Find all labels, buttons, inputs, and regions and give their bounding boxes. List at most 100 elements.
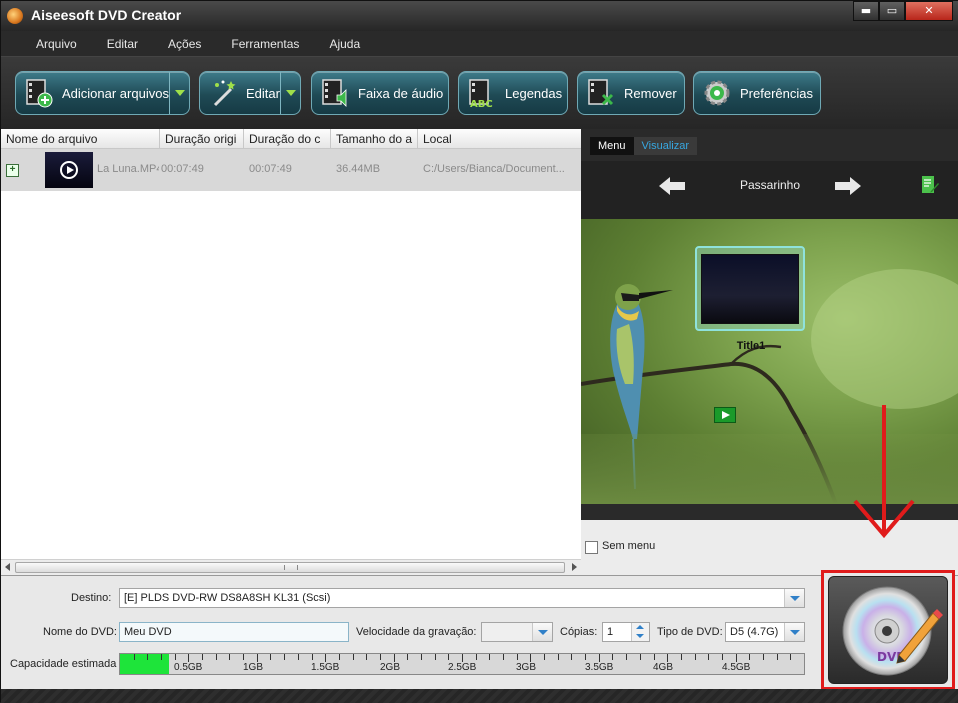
file-orig-duration: 00:07:49 <box>161 163 204 175</box>
capacity-tick <box>736 654 737 662</box>
add-files-button[interactable]: Adicionar arquivos <box>15 71 190 115</box>
speed-select[interactable] <box>481 622 553 642</box>
scroll-left-icon[interactable] <box>5 563 10 571</box>
capacity-tick <box>380 654 381 660</box>
burn-button[interactable]: DVD <box>828 576 948 684</box>
capacity-tick <box>339 654 340 660</box>
subtitles-button[interactable]: ABC Legendas <box>458 71 568 115</box>
spin-up-icon[interactable] <box>636 625 644 629</box>
capacity-tick-label: 3.5GB <box>585 662 614 673</box>
capacity-tick <box>270 654 271 660</box>
destino-select[interactable]: [E] PLDS DVD-RW DS8A8SH KL31 (Scsi) <box>119 588 805 608</box>
capacity-tick <box>394 654 395 662</box>
capacity-tick <box>325 654 326 662</box>
title-thumbnail-frame[interactable] <box>695 246 805 331</box>
dvd-name-input[interactable]: Meu DVD <box>119 622 349 642</box>
audio-track-button[interactable]: Faixa de áudio <box>311 71 449 115</box>
window-title: Aiseesoft DVD Creator <box>31 7 182 23</box>
tab-visualizar[interactable]: Visualizar <box>633 137 698 155</box>
destino-value: [E] PLDS DVD-RW DS8A8SH KL31 (Scsi) <box>124 592 331 604</box>
capacity-tick-label: 1GB <box>243 662 264 673</box>
edit-menu-icon[interactable] <box>921 174 939 196</box>
audio-track-label: Faixa de áudio <box>358 85 444 101</box>
minimize-button[interactable]: ▬ <box>853 1 879 21</box>
capacity-tick <box>298 654 299 660</box>
close-button[interactable]: ✕ <box>905 1 953 21</box>
col-location[interactable]: Local <box>418 129 581 149</box>
film-audio-icon <box>318 76 352 110</box>
capacity-tick <box>476 654 477 660</box>
edit-button[interactable]: Editar <box>199 71 301 115</box>
capacity-tick <box>790 654 791 660</box>
grip-icon <box>284 565 298 570</box>
capacity-label: Capacidade estimada <box>10 658 117 670</box>
play-menu-button[interactable] <box>714 407 736 423</box>
capacity-tick-label: 4.5GB <box>722 662 751 673</box>
play-icon <box>60 161 78 179</box>
capacity-tick-label: 2.5GB <box>448 662 477 673</box>
title-bar: Aiseesoft DVD Creator ▬ ▭ ✕ <box>1 1 958 31</box>
menu-acoes[interactable]: Ações <box>168 37 201 51</box>
col-filename[interactable]: Nome do arquivo <box>1 129 160 149</box>
window-controls: ▬ ▭ ✕ <box>853 1 953 21</box>
dvd-type-label: Tipo de DVD: <box>657 626 723 638</box>
horizontal-scrollbar[interactable] <box>1 559 581 575</box>
col-orig-duration[interactable]: Duração origi <box>160 129 244 149</box>
col-out-duration[interactable]: Duração do c <box>244 129 331 149</box>
capacity-tick <box>722 654 723 660</box>
capacity-tick <box>626 654 627 660</box>
file-location: C:/Users/Bianca/Document... <box>423 163 565 175</box>
chevron-down-icon[interactable] <box>532 623 552 641</box>
table-row[interactable]: + La Luna.MP4 00:07:49 00:07:49 36.44MB … <box>1 149 581 191</box>
preview-tabs: Menu Visualizar <box>590 137 698 155</box>
tab-menu[interactable]: Menu <box>590 137 634 155</box>
destino-label: Destino: <box>71 592 112 604</box>
dvd-name-label: Nome do DVD: <box>43 626 117 638</box>
capacity-tick <box>654 654 655 660</box>
capacity-tick <box>257 654 258 662</box>
expand-toggle[interactable]: + <box>6 164 19 177</box>
chevron-down-icon[interactable] <box>784 589 804 607</box>
menu-ajuda[interactable]: Ajuda <box>329 37 360 51</box>
add-files-label: Adicionar arquivos <box>62 85 169 101</box>
maximize-button[interactable]: ▭ <box>879 1 905 21</box>
file-name: La Luna.MP4 <box>97 163 159 175</box>
scrollbar-thumb[interactable] <box>15 562 565 573</box>
file-list: Nome do arquivo Duração origi Duração do… <box>1 129 581 575</box>
capacity-tick <box>749 654 750 660</box>
capacity-tick-label: 1.5GB <box>311 662 340 673</box>
capacity-tick <box>312 654 313 660</box>
remove-button[interactable]: Remover <box>577 71 685 115</box>
capacity-tick <box>435 654 436 660</box>
spin-down-icon[interactable] <box>636 634 644 638</box>
capacity-tick <box>175 654 176 660</box>
menu-editar[interactable]: Editar <box>107 37 138 51</box>
capacity-tick <box>421 654 422 660</box>
capacity-tick <box>407 654 408 660</box>
capacity-tick <box>530 654 531 662</box>
capacity-tick <box>585 654 586 660</box>
spin-buttons[interactable] <box>631 623 649 641</box>
capacity-tick <box>216 654 217 660</box>
scroll-right-icon[interactable] <box>572 563 577 571</box>
gear-icon <box>700 76 734 110</box>
menu-ferramentas[interactable]: Ferramentas <box>231 37 299 51</box>
capacity-tick <box>708 654 709 660</box>
menu-arquivo[interactable]: Arquivo <box>36 37 77 51</box>
add-files-dropdown[interactable] <box>169 72 189 114</box>
chevron-down-icon <box>285 90 296 96</box>
video-thumbnail[interactable] <box>45 152 93 188</box>
chevron-down-icon[interactable] <box>784 623 804 641</box>
arrow-right-icon[interactable] <box>835 177 861 195</box>
film-subtitles-icon: ABC <box>465 76 499 110</box>
preferences-button[interactable]: Preferências <box>693 71 821 115</box>
col-size[interactable]: Tamanho do a <box>331 129 418 149</box>
capacity-tick <box>558 654 559 660</box>
dvd-type-select[interactable]: D5 (4.7G) <box>725 622 805 642</box>
no-menu-checkbox[interactable] <box>585 541 598 554</box>
speed-label: Velocidade da gravação: <box>356 626 477 638</box>
menu-bar: Arquivo Editar Ações Ferramentas Ajuda <box>1 31 958 57</box>
copies-stepper[interactable]: 1 <box>602 622 650 642</box>
edit-dropdown[interactable] <box>280 72 300 114</box>
highlight-arrow-icon <box>853 405 915 539</box>
